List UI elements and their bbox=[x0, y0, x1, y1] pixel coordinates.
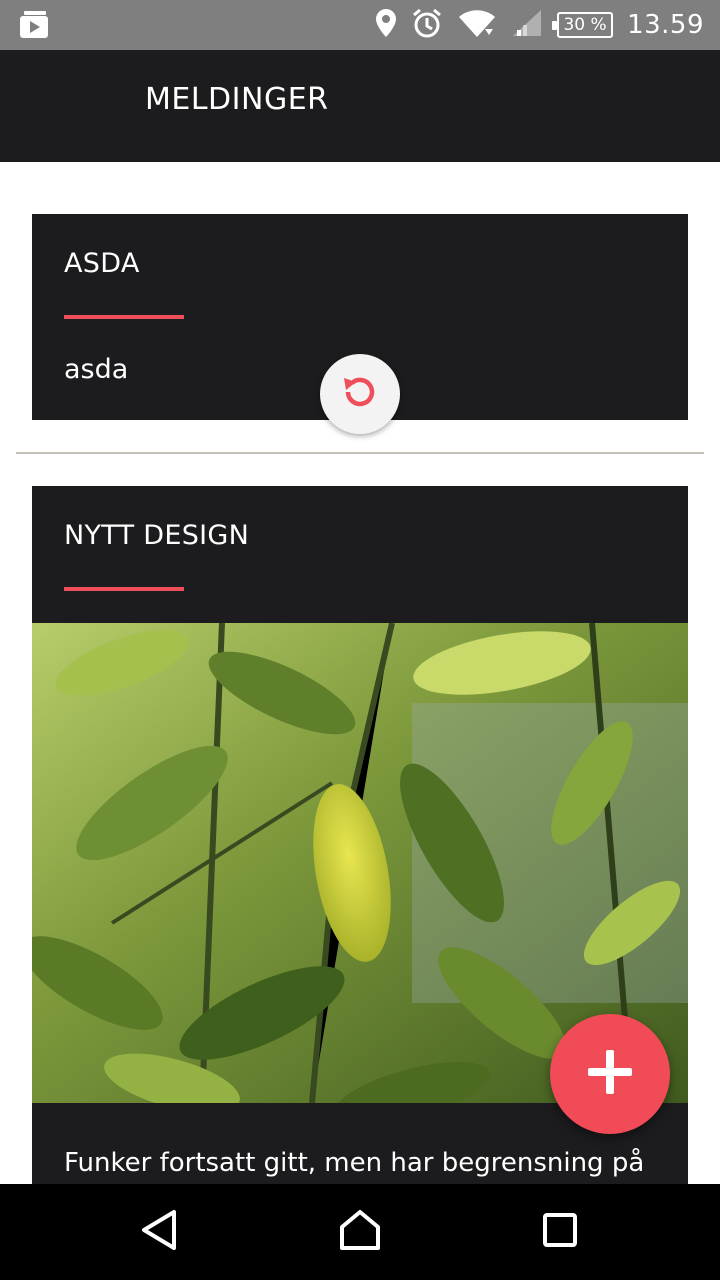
clock: 13.59 bbox=[627, 10, 704, 40]
refresh-indicator bbox=[320, 354, 400, 434]
battery-icon: 30 % bbox=[552, 12, 614, 38]
app-bar: MELDINGER bbox=[0, 50, 720, 162]
home-button[interactable] bbox=[330, 1202, 390, 1262]
media-icon bbox=[18, 10, 52, 40]
battery-percent: 30 % bbox=[563, 15, 607, 35]
recents-button[interactable] bbox=[530, 1202, 590, 1262]
message-body: asda bbox=[64, 354, 129, 385]
navigation-bar bbox=[0, 1184, 720, 1280]
plus-icon bbox=[586, 1048, 634, 1100]
status-bar: 30 % 13.59 bbox=[0, 0, 720, 50]
home-icon bbox=[338, 1209, 382, 1255]
location-icon bbox=[375, 8, 397, 42]
page-title: MELDINGER bbox=[145, 82, 329, 117]
back-icon bbox=[140, 1209, 180, 1255]
refresh-icon bbox=[338, 370, 382, 418]
alarm-icon bbox=[411, 7, 443, 43]
add-message-button[interactable] bbox=[550, 1014, 670, 1134]
message-title: NYTT DESIGN bbox=[64, 520, 250, 551]
title-underline bbox=[64, 315, 184, 319]
message-title: ASDA bbox=[64, 248, 140, 279]
signal-icon bbox=[511, 8, 543, 42]
back-button[interactable] bbox=[130, 1202, 190, 1262]
message-body: Funker fortsatt gitt, men har begrensnin… bbox=[64, 1148, 645, 1178]
recents-icon bbox=[542, 1212, 578, 1252]
wifi-icon bbox=[457, 7, 497, 43]
divider bbox=[16, 452, 704, 454]
title-underline bbox=[64, 587, 184, 591]
